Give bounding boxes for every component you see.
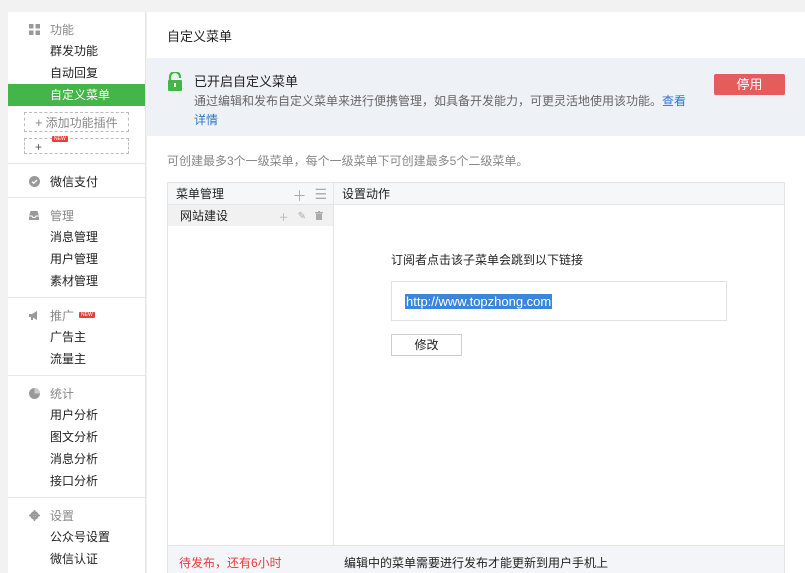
menu-editor-panel: 菜单管理 ＋ ☰ 网站建设 ＋ ✎ 设置动作 订阅者点击该子菜单会跳到以下链接 … <box>167 182 785 573</box>
main-content: 自定义菜单 已开启自定义菜单 通过编辑和发布自定义菜单来进行便携管理，如具备开发… <box>147 12 805 573</box>
add-menu-icon[interactable]: ＋ <box>292 186 306 206</box>
grid-icon <box>28 23 40 35</box>
sidebar-item-user-analysis[interactable]: 用户分析 <box>8 404 145 426</box>
sidebar-section-pay: 微信支付 <box>8 164 145 198</box>
inbox-icon <box>28 209 40 221</box>
plus-icon: + <box>35 140 43 154</box>
view-details-link-part1: 查看 <box>662 94 687 108</box>
notice-description: 通过编辑和发布自定义菜单来进行便携管理，如具备开发能力，可更灵活地使用该功能。查… <box>194 92 704 130</box>
sidebar-section-header: 管理 <box>8 204 145 226</box>
sidebar-section-header: 设置 <box>8 504 145 526</box>
sidebar-item-mass-send[interactable]: 群发功能 <box>8 40 145 62</box>
menu-item-actions: ＋ ✎ <box>279 209 323 224</box>
new-badge: NEW <box>52 136 68 142</box>
sidebar-item-user-manage[interactable]: 用户管理 <box>8 248 145 270</box>
publish-status: 待发布，还有6小时 <box>179 556 282 570</box>
unlocked-lock-icon <box>167 70 183 95</box>
menu-list-title: 菜单管理 <box>176 187 225 201</box>
sidebar-section-header: 推广 NEW <box>8 304 145 326</box>
plus-icon: + <box>35 114 43 130</box>
sidebar-item-wechat-verify[interactable]: 微信认证 <box>8 548 145 570</box>
menu-list-column: 菜单管理 ＋ ☰ 网站建设 ＋ ✎ <box>168 183 334 545</box>
menu-limit-tip: 可创建最多3个一级菜单，每个一级菜单下可创建最多5个二级菜单。 <box>167 154 529 168</box>
add-plugin-label: 添加功能插件 <box>45 115 118 130</box>
url-field[interactable]: http://www.topzhong.com <box>391 281 727 321</box>
add-plugin-button[interactable]: + 添加功能插件 <box>24 112 129 132</box>
megaphone-icon <box>28 309 40 321</box>
url-value: http://www.topzhong.com <box>405 293 553 309</box>
action-settings-column: 设置动作 订阅者点击该子菜单会跳到以下链接 http://www.topzhon… <box>334 183 784 545</box>
sidebar-item-material-manage[interactable]: 素材管理 <box>8 270 145 292</box>
sidebar-section-title: 设置 <box>50 508 75 523</box>
publish-note: 编辑中的菜单需要进行发布才能更新到用户手机上 <box>344 556 609 570</box>
sidebar-item-custom-menu[interactable]: 自定义菜单 <box>8 84 145 106</box>
sidebar-section-promote: 推广 NEW 广告主 流量主 <box>8 298 145 376</box>
menu-item[interactable]: 网站建设 ＋ ✎ <box>168 205 333 227</box>
menu-item-label: 网站建设 <box>180 209 229 223</box>
sidebar-section-title: 推广 <box>50 308 75 323</box>
sidebar: 功能 群发功能 自动回复 自定义菜单 + 添加功能插件 + NEW 微信支付 管… <box>8 12 146 573</box>
sidebar-section-header: 统计 <box>8 382 145 404</box>
sidebar-section-title: 统计 <box>50 386 75 401</box>
sidebar-section-manage: 管理 消息管理 用户管理 素材管理 <box>8 198 145 298</box>
sidebar-section-title: 功能 <box>50 22 75 37</box>
edit-pencil-icon[interactable]: ✎ <box>298 211 306 222</box>
menu-list-actions: ＋ ☰ <box>292 186 327 206</box>
sidebar-item-wechat-pay[interactable]: 微信支付 <box>8 170 145 192</box>
view-details-link-part2: 详情 <box>194 113 219 127</box>
sidebar-item-traffic-owner[interactable]: 流量主 <box>8 348 145 370</box>
sidebar-item-account-settings[interactable]: 公众号设置 <box>8 526 145 548</box>
gear-icon <box>28 509 40 521</box>
sidebar-section-function: 功能 群发功能 自动回复 自定义菜单 + 添加功能插件 + NEW <box>8 12 145 164</box>
panel-footer: 待发布，还有6小时 编辑中的菜单需要进行发布才能更新到用户手机上 <box>168 545 784 573</box>
action-settings-header: 设置动作 <box>334 183 784 205</box>
sidebar-section-settings: 设置 公众号设置 微信认证 <box>8 498 145 573</box>
new-badge: NEW <box>79 312 95 318</box>
sidebar-item-article-analysis[interactable]: 图文分析 <box>8 426 145 448</box>
sidebar-item-advertiser[interactable]: 广告主 <box>8 326 145 348</box>
add-submenu-icon[interactable]: ＋ <box>279 209 289 224</box>
sidebar-item-message-analysis[interactable]: 消息分析 <box>8 448 145 470</box>
sidebar-section-title: 微信支付 <box>50 174 99 189</box>
edit-button[interactable]: 修改 <box>391 334 462 356</box>
sidebar-section-stats: 统计 用户分析 图文分析 消息分析 接口分析 <box>8 376 145 498</box>
redirect-label: 订阅者点击该子菜单会跳到以下链接 <box>391 253 584 267</box>
plugin-slot-button[interactable]: + NEW <box>24 136 129 154</box>
notice-banner: 已开启自定义菜单 通过编辑和发布自定义菜单来进行便携管理，如具备开发能力，可更灵… <box>147 58 805 136</box>
sort-menu-icon[interactable]: ☰ <box>314 186 327 206</box>
notice-title: 已开启自定义菜单 <box>194 74 299 89</box>
sidebar-section-title: 管理 <box>50 208 75 223</box>
notice-description-text: 通过编辑和发布自定义菜单来进行便携管理，如具备开发能力，可更灵活地使用该功能。 <box>194 94 663 108</box>
sidebar-item-api-analysis[interactable]: 接口分析 <box>8 470 145 492</box>
disable-button[interactable]: 停用 <box>714 74 785 95</box>
sidebar-item-auto-reply[interactable]: 自动回复 <box>8 62 145 84</box>
menu-list-header: 菜单管理 ＋ ☰ <box>168 183 333 205</box>
sidebar-section-header: 功能 <box>8 18 145 40</box>
check-circle-icon <box>28 175 40 187</box>
page-title: 自定义菜单 <box>167 29 233 44</box>
delete-trash-icon[interactable] <box>315 210 323 223</box>
sidebar-item-message-manage[interactable]: 消息管理 <box>8 226 145 248</box>
pie-icon <box>28 387 40 399</box>
